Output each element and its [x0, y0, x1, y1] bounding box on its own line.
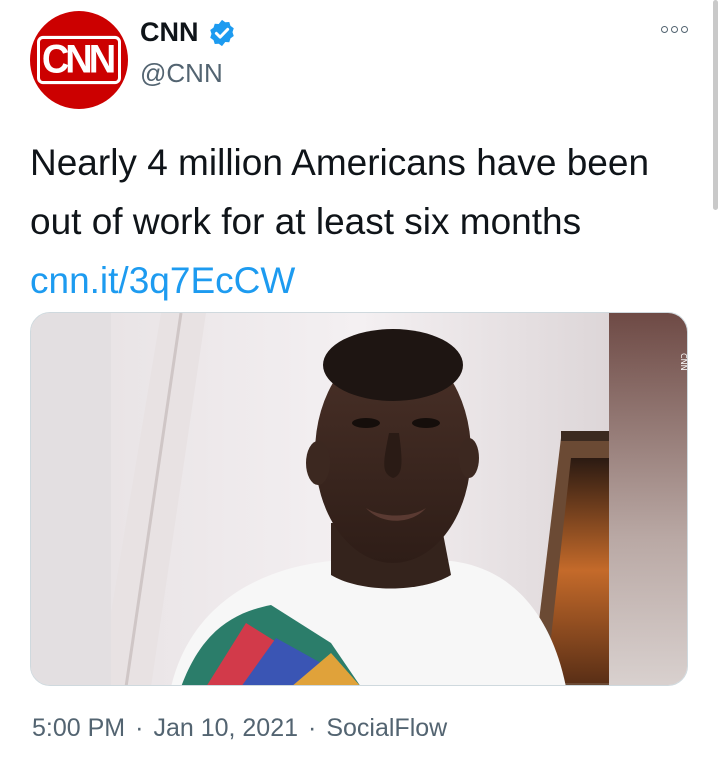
more-dot: [671, 26, 678, 33]
tweet-link[interactable]: cnn.it/3q7EcCW: [30, 260, 295, 301]
tweet-card: CNN CNN @CNN Nearly 4 million Americans …: [0, 0, 720, 767]
tweet-body: Nearly 4 million Americans have been out…: [30, 142, 650, 242]
tweet-text: Nearly 4 million Americans have been out…: [30, 133, 670, 310]
more-dot: [681, 26, 688, 33]
tweet-date[interactable]: Jan 10, 2021: [153, 714, 298, 743]
verified-badge-icon: [209, 19, 234, 46]
avatar[interactable]: CNN: [30, 11, 128, 109]
meta-separator: ·: [135, 714, 144, 742]
cnn-logo: CNN: [36, 35, 122, 85]
more-options-icon[interactable]: [661, 26, 688, 33]
more-dot: [661, 26, 668, 33]
display-name[interactable]: CNN: [140, 17, 199, 48]
scrollbar[interactable]: [713, 0, 718, 210]
tweet-meta: 5:00 PM · Jan 10, 2021 · SocialFlow: [32, 714, 447, 743]
handle[interactable]: @CNN: [140, 58, 223, 89]
svg-text:CNN: CNN: [679, 353, 688, 371]
tweet-source[interactable]: SocialFlow: [326, 714, 447, 743]
tweet-media-photo[interactable]: CNN: [30, 312, 688, 686]
name-row: CNN: [140, 17, 237, 48]
photo-illustration: CNN: [31, 313, 688, 685]
meta-separator: ·: [308, 714, 317, 742]
tweet-time[interactable]: 5:00 PM: [32, 714, 125, 743]
